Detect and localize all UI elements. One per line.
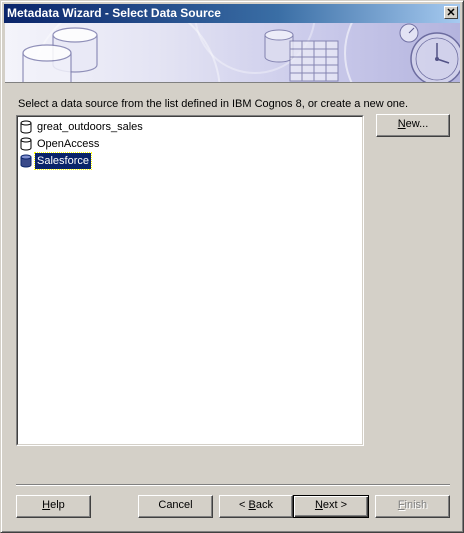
instruction-text: Select a data source from the list defin… (18, 98, 409, 110)
button-separator (16, 484, 450, 486)
database-icon (20, 120, 32, 134)
finish-button: Finish (375, 495, 450, 518)
back-button-prefix: < (239, 499, 249, 511)
new-data-source-button[interactable]: New... (376, 114, 450, 137)
back-button-mnemonic: B (248, 499, 256, 511)
wizard-dialog: Metadata Wizard - Select Data Source ✕ S… (0, 0, 464, 533)
help-button-mnemonic: H (42, 499, 51, 511)
new-button-label: ew... (405, 118, 429, 130)
data-source-list[interactable]: great_outdoors_sales OpenAccess Salesfor… (16, 115, 364, 446)
window-title: Metadata Wizard - Select Data Source (7, 6, 221, 20)
help-button[interactable]: Help (16, 495, 91, 518)
help-button-label: elp (50, 499, 65, 511)
close-icon: ✕ (446, 7, 456, 19)
new-button-mnemonic: N (397, 118, 406, 130)
back-button-label: ack (255, 499, 273, 511)
cancel-button[interactable]: Cancel (138, 495, 213, 518)
database-icon (20, 137, 32, 151)
back-button[interactable]: < Back (219, 495, 293, 518)
next-button[interactable]: Next > (293, 495, 369, 518)
close-button[interactable]: ✕ (444, 6, 458, 19)
data-source-list-frame: great_outdoors_sales OpenAccess Salesfor… (17, 116, 363, 445)
title-bar[interactable]: Metadata Wizard - Select Data Source ✕ (4, 4, 460, 23)
wizard-banner-image (5, 23, 460, 83)
banner-artwork (22, 23, 460, 82)
next-button-mnemonic: N (314, 499, 323, 511)
list-item-label: OpenAccess (37, 138, 100, 150)
list-item-label: Salesforce (34, 152, 92, 170)
cancel-button-label: Cancel (158, 499, 193, 511)
finish-button-label: inish (404, 499, 428, 511)
next-button-label: ext > (322, 499, 348, 511)
list-item-label: great_outdoors_sales (37, 121, 143, 133)
database-icon (20, 154, 32, 168)
finish-button-mnemonic: F (397, 499, 405, 511)
